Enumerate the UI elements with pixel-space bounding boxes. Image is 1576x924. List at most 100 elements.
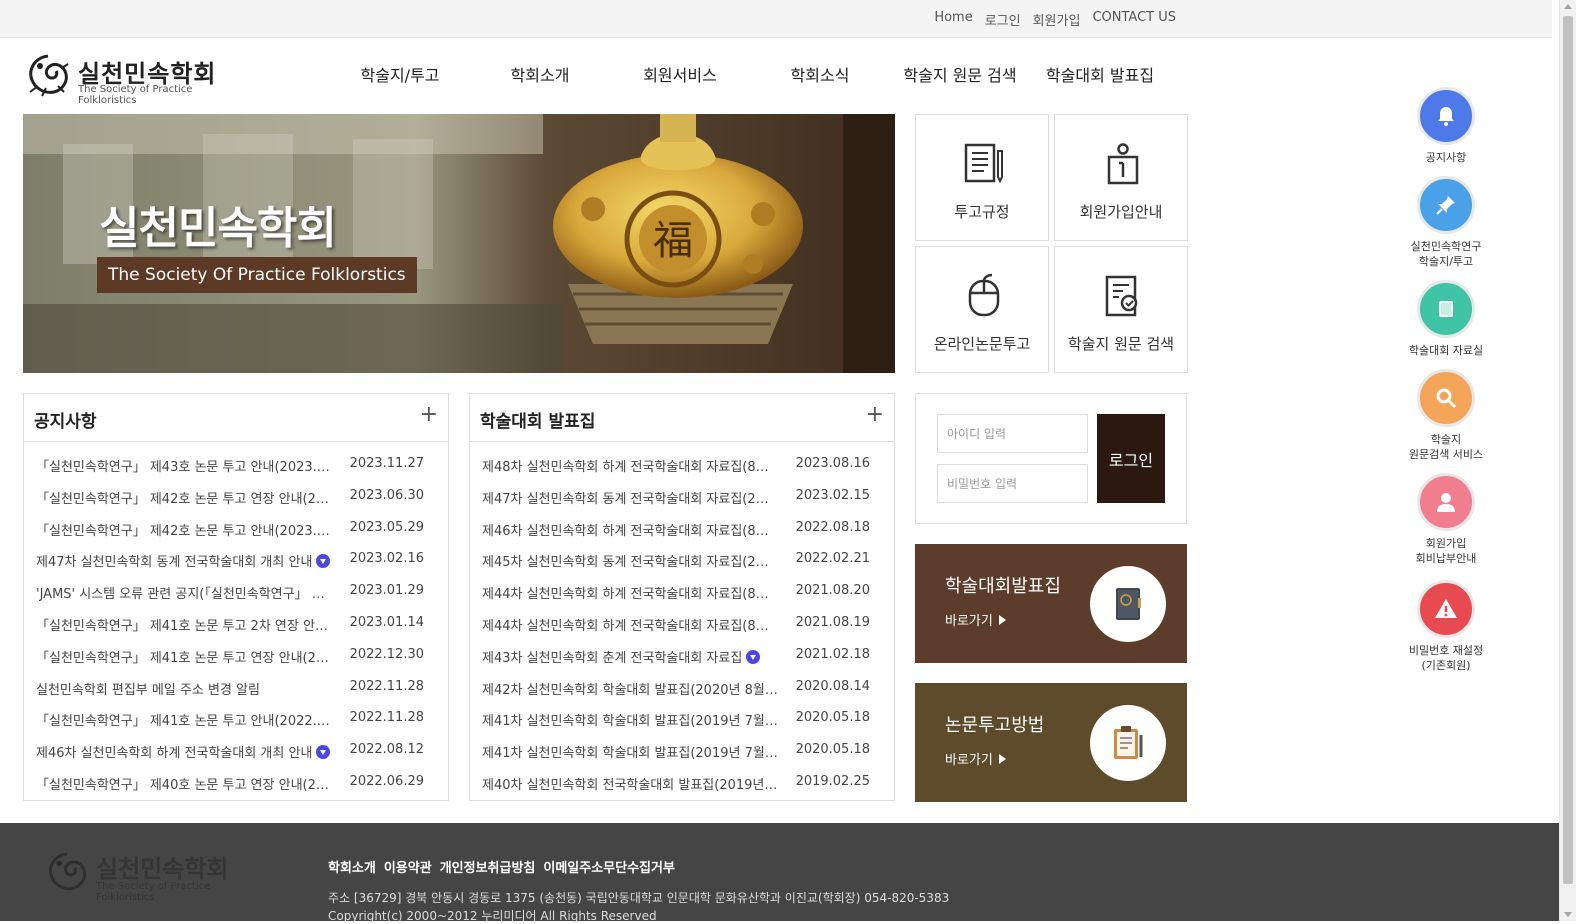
vertical-scrollbar[interactable] (1559, 0, 1576, 921)
promo-go-link[interactable]: 바로가기 (945, 610, 1006, 629)
row-title-text: 「실천민속학연구」 제42호 논문 투고 안내(2023.06.30) (36, 523, 332, 539)
notice-row[interactable]: 실천민속학회 편집부 메일 주소 변경 알림 2022.11.28 (36, 679, 436, 699)
side-journal-search[interactable]: 학술지 원문검색 서비스 (1396, 369, 1496, 462)
row-title-text: 제45차 실천민속학회 동계 전국학술대회 자료집(2월 22일) (482, 555, 778, 571)
notice-row[interactable]: 「실천민속학연구」 제41호 논문 투고 안내(2022.12.31) 2022.… (36, 710, 436, 730)
quick-submission-rules[interactable]: 투고규정 (915, 114, 1049, 241)
proceedings-row[interactable]: 제41차 실천민속학회 학술대회 발표집(2019년 7월 26일) 2020.0… (482, 742, 882, 762)
side-label: 학술지 원문검색 서비스 (1396, 432, 1496, 462)
logo-subtitle: The Society of Practice Folkloristics (78, 84, 193, 106)
notice-row-date: 2023.01.29 (349, 583, 424, 599)
proceedings-row[interactable]: 제46차 실천민속학회 하계 전국학술대회 자료집(8월 19일) 2022.08… (482, 520, 882, 540)
proceedings-row[interactable]: 제44차 실천민속학회 하계 전국학술대회 자료집(8월 21일) 2021.08… (482, 615, 882, 635)
main-visual-banner: 福 실천민속학회 The Society Of Practice Folklor… (23, 114, 895, 373)
banner-subtitle: The Society Of Practice Folklorstics (97, 257, 417, 293)
contact-link[interactable]: CONTACT US (1092, 10, 1176, 29)
proceedings-row[interactable]: 제44차 실천민속학회 하계 전국학술대회 자료집(8월 21일) 2021.08… (482, 583, 882, 603)
id-input[interactable] (937, 414, 1088, 453)
scroll-up-icon[interactable] (1564, 4, 1572, 9)
proceedings-row-title: 제41차 실천민속학회 학술대회 발표집(2019년 7월 26일) (482, 742, 778, 761)
row-title-text: 제43차 실천민속학회 춘계 전국학술대회 자료집 (482, 650, 743, 666)
promo-title: 논문투고방법 (945, 715, 1045, 736)
notice-row[interactable]: 「실천민속학연구」 제43호 논문 투고 안내(2023.12.31.) 2023… (36, 456, 436, 476)
quick-membership-info[interactable]: 회원가입안내 (1054, 114, 1188, 241)
login-button[interactable]: 로그인 (1097, 414, 1165, 503)
side-journal[interactable]: 실천민속학연구 학술지/투고 (1396, 176, 1496, 269)
password-input[interactable] (937, 464, 1088, 503)
notice-row-title: 「실천민속학연구」 제42호 논문 투고 연장 안내(2023.06.30) (36, 488, 332, 507)
footer-link-email-policy[interactable]: 이메일주소무단수집거부 (543, 857, 675, 876)
footer-logo-subtitle: The Society of Practice Folkloristics (96, 881, 211, 903)
row-title-text: 제40차 실천민속학회 전국학술대회 발표집(2019년 2월) (482, 778, 778, 793)
row-title-text: 제46차 실천민속학회 하계 전국학술대회 자료집(8월 19일) (482, 523, 778, 539)
notice-row[interactable]: 「실천민속학연구」 제42호 논문 투고 안내(2023.06.30) 2023.… (36, 520, 436, 540)
site-logo[interactable]: 실천민속학회 The Society of Practice Folkloris… (24, 50, 246, 106)
scroll-thumb[interactable] (1563, 16, 1573, 884)
nav-member-service[interactable]: 회원서비스 (610, 62, 750, 86)
warning-icon (1435, 599, 1457, 618)
side-label-text: 학술지 원문검색 서비스 (1408, 433, 1484, 461)
notice-row[interactable]: 「실천민속학연구」 제40호 논문 투고 연장 안내(2022.07.15) 20… (36, 774, 436, 794)
promo-submission-method[interactable]: 논문투고방법 바로가기 (915, 683, 1187, 802)
row-title-text: 「실천민속학연구」 제40호 논문 투고 연장 안내(2022.07.15) (36, 778, 332, 793)
notice-more-button[interactable]: + (420, 404, 438, 426)
side-label-text: 실천민속학연구 학술지/투고 (1410, 240, 1482, 268)
side-label: 학술대회 자료실 (1408, 344, 1484, 357)
scroll-down-icon[interactable] (1564, 912, 1572, 917)
promo-icon-circle (1090, 705, 1166, 781)
notice-row[interactable]: 「실천민속학연구」 제41호 논문 투고 2차 연장 안내(2023.01.25… (36, 615, 436, 635)
signup-link[interactable]: 회원가입 (1033, 10, 1081, 29)
side-notice[interactable]: 공지사항 (1396, 87, 1496, 165)
proceedings-row[interactable]: 제47차 실천민속학회 동계 전국학술대회 자료집(2월 17일) 2023.02… (482, 488, 882, 508)
new-download-icon (316, 745, 331, 760)
side-label: 실천민속학연구 학술지/투고 (1396, 239, 1496, 269)
notice-row-title: 「실천민속학연구」 제41호 논문 투고 연장 안내(2023.01.15) (36, 647, 332, 666)
notice-row-title: 「실천민속학연구」 제40호 논문 투고 연장 안내(2022.07.15) (36, 774, 332, 793)
proceedings-row-title: 제42차 실천민속학회 학술대회 발표집(2020년 8월 15일) (482, 679, 778, 698)
promo-go-link[interactable]: 바로가기 (945, 749, 1006, 768)
quick-online-submission[interactable]: 온라인논문투고 (915, 246, 1049, 373)
promo-proceedings[interactable]: 학술대회발표집 바로가기 (915, 544, 1187, 663)
login-link[interactable]: 로그인 (985, 10, 1021, 29)
side-archive[interactable]: 학술대회 자료실 (1396, 280, 1496, 358)
footer-link-privacy[interactable]: 개인정보취급방침 (440, 857, 536, 876)
notice-row[interactable]: 'JAMS' 시스템 오류 관련 공지(「실천민속학연구」 제41호) 2023.… (36, 583, 436, 603)
nav-journal[interactable]: 학술지/투고 (330, 62, 470, 86)
side-circle (1417, 369, 1475, 427)
notice-row[interactable]: 「실천민속학연구」 제42호 논문 투고 연장 안내(2023.06.30) 20… (36, 488, 436, 508)
footer-link-terms[interactable]: 이용약관 (384, 857, 432, 876)
footer-link-about[interactable]: 학회소개 (328, 857, 376, 876)
proceedings-row[interactable]: 제41차 실천민속학회 학술대회 발표집(2019년 7월 26일) 2020.0… (482, 710, 882, 730)
notice-row[interactable]: 제46차 실천민속학회 하계 전국학술대회 개최 안내 2022.08.12 (36, 742, 436, 762)
nav-about[interactable]: 학회소개 (470, 62, 610, 86)
notice-row[interactable]: 「실천민속학연구」 제41호 논문 투고 연장 안내(2023.01.15) 20… (36, 647, 436, 667)
new-download-icon (746, 649, 761, 664)
footer-copyright: Copyright(c) 2000~2012 누리미디어 All Rights … (328, 909, 657, 923)
folder-icon (1439, 301, 1453, 317)
proceedings-row[interactable]: 제45차 실천민속학회 동계 전국학술대회 자료집(2월 22일) 2022.02… (482, 551, 882, 571)
dragon-emblem-icon (49, 852, 87, 891)
side-label: 회원가입 회비납부안내 (1396, 536, 1496, 566)
footer-logo-title: 실천민속학회 (96, 854, 229, 883)
nav-journal-search[interactable]: 학술지 원문 검색 (890, 62, 1030, 86)
notice-row-date: 2022.08.12 (349, 742, 424, 758)
home-link[interactable]: Home (934, 10, 972, 29)
proceedings-row[interactable]: 제40차 실천민속학회 전국학술대회 발표집(2019년 2월) 2019.02.… (482, 774, 882, 794)
promo-go-label: 바로가기 (945, 753, 993, 768)
row-title-text: 「실천민속학연구」 제41호 논문 투고 연장 안내(2023.01.15) (36, 650, 332, 666)
side-password-reset[interactable]: 비밀번호 재설정 (기존회원) (1396, 580, 1496, 673)
quick-journal-search[interactable]: 학술지 원문 검색 (1054, 246, 1188, 373)
notice-row[interactable]: 제47차 실천민속학회 동계 전국학술대회 개최 안내 2023.02.16 (36, 551, 436, 571)
proceedings-row[interactable]: 제43차 실천민속학회 춘계 전국학술대회 자료집 2021.02.18 (482, 647, 882, 667)
side-circle (1417, 473, 1475, 531)
side-circle (1417, 176, 1475, 234)
side-membership[interactable]: 회원가입 회비납부안내 (1396, 473, 1496, 566)
nav-news[interactable]: 학회소식 (750, 62, 890, 86)
notice-row-date: 2022.11.28 (349, 678, 424, 694)
nav-proceedings[interactable]: 학술대회 발표집 (1030, 62, 1170, 86)
proceedings-more-button[interactable]: + (866, 404, 884, 426)
proceedings-row-date: 2022.02.21 (795, 551, 870, 567)
document-pen-icon (964, 143, 1003, 184)
proceedings-row[interactable]: 제48차 실천민속학회 하계 전국학술대회 자료집(8월 19일) 2023.08… (482, 456, 882, 476)
proceedings-row[interactable]: 제42차 실천민속학회 학술대회 발표집(2020년 8월 15일) 2020.0… (482, 679, 882, 699)
